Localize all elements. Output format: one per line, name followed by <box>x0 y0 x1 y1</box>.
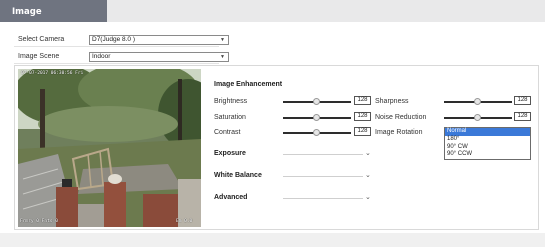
advanced-divider <box>283 198 363 199</box>
image-rotation-label: Image Rotation <box>375 129 423 136</box>
select-camera-value: D7(Judge 8.0 ) <box>92 36 135 43</box>
select-camera-row: Select Camera D7(Judge 8.0 ) ▼ <box>14 33 229 47</box>
saturation-slider-thumb[interactable] <box>313 114 320 121</box>
contrast-label: Contrast <box>214 129 241 136</box>
brightness-value-input[interactable]: 128 <box>354 96 371 105</box>
rotation-option-90-ccw[interactable]: 90° CCW <box>445 151 530 159</box>
select-camera-label: Select Camera <box>18 36 65 43</box>
noise-reduction-slider-thumb[interactable] <box>474 114 481 121</box>
chevron-down-icon[interactable]: ⌄ <box>365 194 371 201</box>
osd-bottom-left: Frmry 0 Fnts 0 <box>20 219 58 224</box>
exposure-section-title[interactable]: Exposure <box>214 150 246 157</box>
preview-image <box>18 69 201 227</box>
tab-bar: Image <box>0 0 545 22</box>
rotation-option-180[interactable]: 180° <box>445 136 530 144</box>
brightness-slider-thumb[interactable] <box>313 98 320 105</box>
contrast-value-input[interactable]: 128 <box>354 127 371 136</box>
sharpness-label: Sharpness <box>375 98 409 105</box>
image-scene-row: Image Scene Indoor ▼ <box>14 50 229 64</box>
rotation-option-90-cw[interactable]: 90° CW <box>445 144 530 152</box>
image-scene-label: Image Scene <box>18 53 60 60</box>
image-scene-value: Indoor <box>92 53 111 60</box>
saturation-label: Saturation <box>214 114 246 121</box>
advanced-section-title[interactable]: Advanced <box>214 194 247 201</box>
saturation-value-input[interactable]: 128 <box>354 112 371 121</box>
brightness-label: Brightness <box>214 98 248 105</box>
tab-image[interactable]: Image <box>0 0 107 22</box>
select-camera-dropdown[interactable]: D7(Judge 8.0 ) ▼ <box>89 35 229 45</box>
contrast-slider-thumb[interactable] <box>313 129 320 136</box>
image-enhancement-title: Image Enhancement <box>214 81 283 88</box>
white-balance-section-title[interactable]: White Balance <box>214 172 262 179</box>
bottom-strip <box>0 233 545 247</box>
chevron-down-icon: ▼ <box>220 37 225 43</box>
noise-reduction-value-input[interactable]: 128 <box>514 112 531 121</box>
chevron-down-icon: ▼ <box>220 54 225 60</box>
sharpness-value-input[interactable]: 128 <box>514 96 531 105</box>
osd-bottom-right: Em 0.0 <box>176 219 193 224</box>
image-scene-dropdown[interactable]: Indoor ▼ <box>89 52 229 62</box>
sharpness-slider-thumb[interactable] <box>474 98 481 105</box>
rotation-option-normal[interactable]: Normal <box>445 128 530 136</box>
chevron-down-icon[interactable]: ⌄ <box>365 150 371 157</box>
image-rotation-listbox[interactable]: Normal 180° 90° CW 90° CCW <box>444 127 531 160</box>
exposure-divider <box>283 154 363 155</box>
live-preview: 07-07-2017 06:30:56 Fri Frmry 0 Fnts 0 E… <box>18 69 201 227</box>
white-balance-divider <box>283 176 363 177</box>
noise-reduction-label: Noise Reduction <box>375 114 427 121</box>
chevron-down-icon[interactable]: ⌄ <box>365 172 371 179</box>
osd-datetime: 07-07-2017 06:30:56 Fri <box>21 71 84 76</box>
